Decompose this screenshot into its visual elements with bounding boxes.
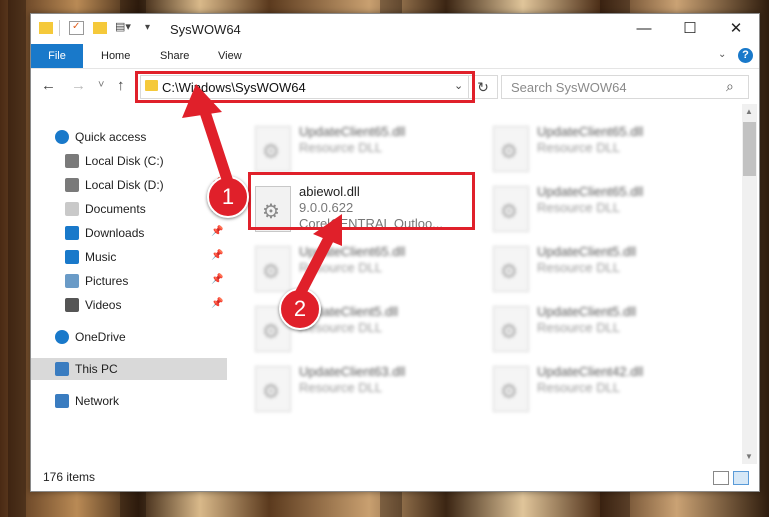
arrow-1 [182, 84, 234, 188]
annotation-arrows [182, 84, 342, 300]
arrow-2 [294, 214, 342, 300]
